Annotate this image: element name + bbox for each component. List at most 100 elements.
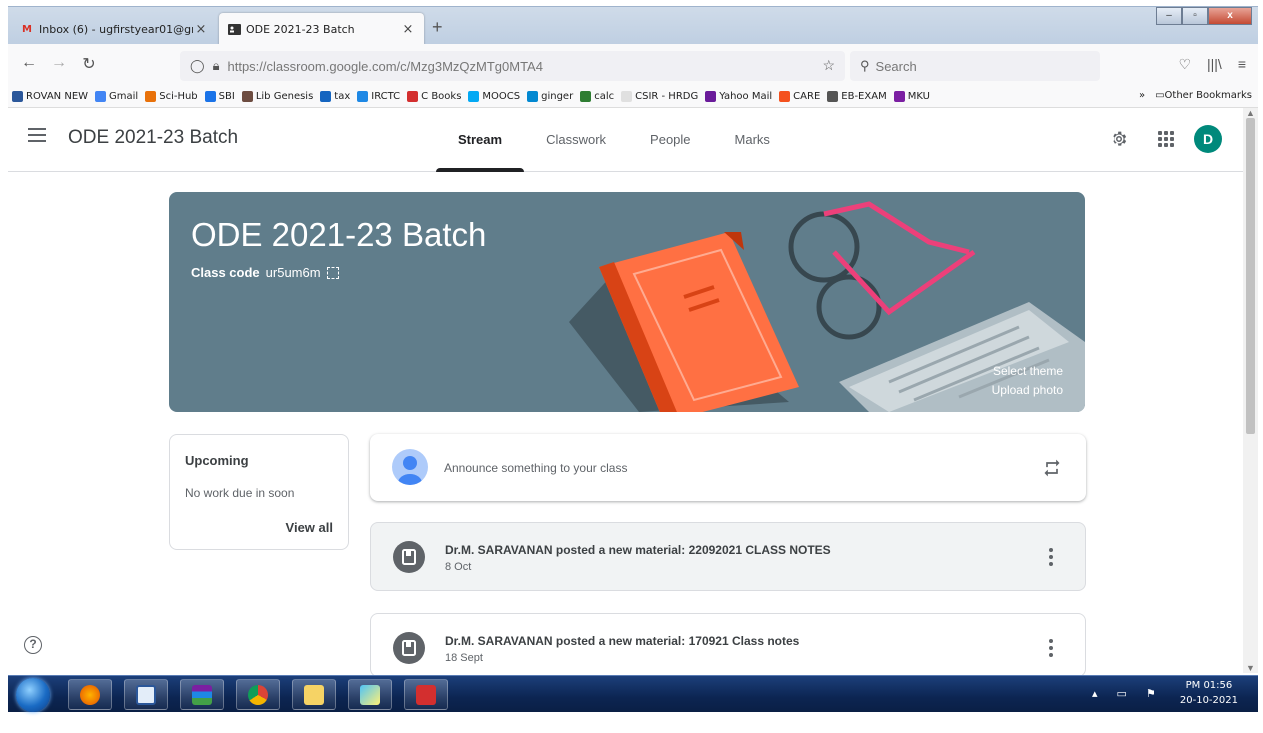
tray-icons[interactable]: ▴ ▭ ⚑ <box>1092 687 1164 700</box>
bookmark-item[interactable]: ROVAN NEW <box>12 91 88 102</box>
bookmarks-bar: ROVAN NEW Gmail Sci-Hub SBI Lib Genesis tax IR… <box>8 86 1258 108</box>
clock[interactable]: PM 01:56 20-10-2021 <box>1180 678 1238 708</box>
tab-people[interactable]: People <box>628 108 712 172</box>
minimize-button[interactable]: – <box>1156 7 1182 25</box>
paint-icon[interactable] <box>348 679 392 710</box>
search-bar[interactable]: ⚲ Search <box>850 51 1100 81</box>
class-code-value: ur5um6m <box>265 265 321 280</box>
upcoming-text: No work due in soon <box>185 486 295 500</box>
tab-classwork[interactable]: Classwork <box>524 108 628 172</box>
acrobat-icon[interactable] <box>404 679 448 710</box>
bookmark-item[interactable]: EB-EXAM <box>827 91 887 102</box>
user-avatar-icon <box>392 449 428 485</box>
new-tab-button[interactable]: + <box>432 17 443 38</box>
bookmark-item[interactable]: CARE <box>779 91 820 102</box>
shield-icon[interactable]: ◯ <box>190 58 205 74</box>
scroll-down-icon[interactable]: ▼ <box>1246 663 1255 673</box>
bookmark-label: IRCTC <box>371 91 401 102</box>
bookmark-label: C Books <box>421 91 462 102</box>
bookmark-item[interactable]: C Books <box>407 91 461 102</box>
gear-icon[interactable] <box>1110 130 1128 148</box>
tab-stream[interactable]: Stream <box>436 108 525 172</box>
bookmark-item[interactable]: calc <box>580 91 614 102</box>
bookmark-item[interactable]: IRCTC <box>357 91 400 102</box>
screen: M Inbox (6) - ugfirstyear01@gmail × ODE … <box>0 0 1263 733</box>
post-title: Dr.M. SARAVANAN posted a new material: 1… <box>445 634 800 648</box>
url-bar[interactable]: ◯ 🔒︎ https://classroom.google.com/c/Mzg3… <box>180 51 845 81</box>
close-icon[interactable]: × <box>400 22 416 37</box>
main-menu-icon[interactable] <box>28 128 46 142</box>
view-all-link[interactable]: View all <box>286 520 333 535</box>
more-options-icon[interactable] <box>1049 548 1053 566</box>
library-icon[interactable]: |||\ <box>1207 56 1222 73</box>
bookmark-label: MKU <box>907 91 930 102</box>
word-icon[interactable] <box>124 679 168 710</box>
select-theme-link[interactable]: Select theme <box>992 362 1063 381</box>
clock-date: 20-10-2021 <box>1179 695 1238 706</box>
bookmark-item[interactable]: Sci-Hub <box>145 91 198 102</box>
close-icon[interactable]: × <box>193 22 209 37</box>
bookmark-label: ROVAN NEW <box>26 91 89 102</box>
explorer-icon[interactable] <box>292 679 336 710</box>
reload-icon[interactable]: ↻ <box>78 54 100 74</box>
bookmark-item[interactable]: Lib Genesis <box>241 91 313 102</box>
tab-classroom[interactable]: ODE 2021-23 Batch × <box>219 13 424 45</box>
bookmark-item[interactable]: tax <box>320 91 350 102</box>
upload-photo-link[interactable]: Upload photo <box>992 381 1063 400</box>
bookmark-item[interactable]: ginger <box>527 91 573 102</box>
pocket-icon[interactable]: ♡ <box>1178 56 1191 73</box>
menu-icon[interactable]: ≡ <box>1238 56 1246 73</box>
ginger-icon <box>527 91 539 102</box>
mku-icon <box>893 91 905 102</box>
books-icon <box>407 91 419 102</box>
firefox-icon[interactable] <box>68 679 112 710</box>
clock-time: PM 01:56 <box>1185 680 1233 691</box>
announce-placeholder: Announce something to your class <box>444 461 628 475</box>
bookmark-label: Gmail <box>109 91 139 102</box>
forward-icon[interactable]: → <box>48 54 70 72</box>
gmail-icon: M <box>22 23 32 35</box>
bookmark-label: Sci-Hub <box>159 91 198 102</box>
scrollbar-thumb[interactable] <box>1246 118 1255 434</box>
chrome-icon[interactable] <box>236 679 280 710</box>
avatar[interactable]: D <box>1194 125 1222 153</box>
other-bookmarks[interactable]: Other Bookmarks <box>1165 90 1252 101</box>
lock-icon[interactable]: 🔒︎ <box>213 58 220 74</box>
help-icon[interactable]: ? <box>24 636 42 654</box>
bookmark-item[interactable]: MKU <box>893 91 930 102</box>
announce-box[interactable]: Announce something to your class <box>370 434 1086 501</box>
bookmark-item[interactable]: CSIR - HRDG <box>621 91 698 102</box>
stream-post[interactable]: Dr.M. SARAVANAN posted a new material: 1… <box>370 613 1086 677</box>
window-close-button[interactable]: x <box>1208 7 1252 25</box>
sbi-icon <box>204 91 216 102</box>
nav-bar: ← → ↻ ◯ 🔒︎ https://classroom.google.com/… <box>8 44 1258 86</box>
stream-post[interactable]: Dr.M. SARAVANAN posted a new material: 2… <box>370 522 1086 591</box>
maximize-button[interactable]: ▫ <box>1182 7 1208 25</box>
class-title[interactable]: ODE 2021-23 Batch <box>68 127 238 149</box>
bookmark-item[interactable]: Yahoo Mail <box>705 91 772 102</box>
tab-marks[interactable]: Marks <box>713 108 792 172</box>
bookmark-item[interactable]: Gmail <box>95 91 138 102</box>
fullscreen-icon[interactable] <box>326 266 339 279</box>
blank-icon <box>621 91 633 102</box>
classroom-icon <box>227 22 241 36</box>
scroll-up-icon[interactable]: ▲ <box>1246 108 1255 118</box>
tab-title: ODE 2021-23 Batch <box>246 22 355 36</box>
globe-icon <box>827 91 839 102</box>
star-icon[interactable]: ☆ <box>822 57 835 74</box>
page-scrollbar[interactable]: ▲ ▼ <box>1243 108 1258 673</box>
bookmark-label: calc <box>594 91 615 102</box>
bookmark-item[interactable]: MOOCS <box>468 91 520 102</box>
back-icon[interactable]: ← <box>18 54 40 72</box>
winrar-icon[interactable] <box>180 679 224 710</box>
bookmarks-overflow-icon[interactable]: » <box>1139 90 1145 101</box>
window-controls: – ▫ x <box>1156 7 1252 25</box>
apps-grid-icon[interactable] <box>1158 131 1174 147</box>
bookmark-item[interactable]: SBI <box>204 91 235 102</box>
tab-gmail[interactable]: M Inbox (6) - ugfirstyear01@gmail × <box>12 13 217 45</box>
more-options-icon[interactable] <box>1049 639 1053 657</box>
bookmark-label: CSIR - HRDG <box>635 91 699 102</box>
banner-title: ODE 2021-23 Batch <box>191 216 487 253</box>
repost-icon[interactable] <box>1042 458 1062 478</box>
start-button[interactable] <box>16 678 50 712</box>
